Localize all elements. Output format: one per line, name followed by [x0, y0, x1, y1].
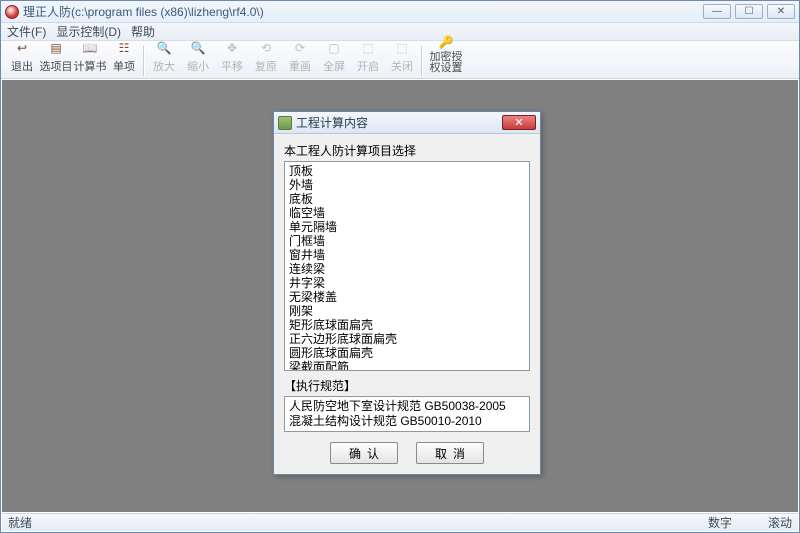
calc-content-dialog: 工程计算内容 ✕ 本工程人防计算项目选择 顶板外墙底板临空墙单元隔墙门框墙窗井墙…	[273, 111, 541, 475]
toolbar-separator	[143, 46, 145, 76]
spec-label: 【执行规范】	[284, 377, 530, 394]
reset-icon: ⟲	[257, 39, 275, 57]
list-item[interactable]: 梁截面配筋	[289, 360, 525, 371]
tb-fullscreen-label: 全屏	[323, 58, 345, 74]
app-window: 理正人防(c:\program files (x86)\lizheng\rf4.…	[0, 0, 800, 533]
tb-license-label: 加密授权设置	[425, 52, 467, 74]
toolbar: ↩退出 ▤选项目 📖计算书 ☷单项 🔍放大 🔍缩小 ✥平移 ⟲复原 ⟳重画 ▢全…	[1, 41, 799, 79]
list-item[interactable]: 临空墙	[289, 206, 525, 220]
statusbar: 就绪 数字 滚动	[2, 513, 798, 531]
zoom-in-icon: 🔍	[155, 39, 173, 57]
status-left: 就绪	[8, 514, 32, 531]
list-item[interactable]: 窗井墙	[289, 248, 525, 262]
dialog-buttons: 确认 取消	[284, 442, 530, 464]
dialog-body: 本工程人防计算项目选择 顶板外墙底板临空墙单元隔墙门框墙窗井墙连续梁井字梁无梁楼…	[274, 134, 540, 474]
list-item[interactable]: 井字梁	[289, 276, 525, 290]
ok-button[interactable]: 确认	[330, 442, 398, 464]
project-listbox[interactable]: 顶板外墙底板临空墙单元隔墙门框墙窗井墙连续梁井字梁无梁楼盖刚架矩形底球面扁壳正六…	[284, 161, 530, 371]
tb-move-label: 平移	[221, 58, 243, 74]
list-item[interactable]: 门框墙	[289, 234, 525, 248]
close-button[interactable]: ✕	[767, 4, 795, 19]
spec-listbox[interactable]: 人民防空地下室设计规范 GB50038-2005混凝土结构设计规范 GB5001…	[284, 396, 530, 432]
tb-redraw[interactable]: ⟳重画	[283, 37, 317, 76]
list-item[interactable]: 正六边形底球面扁壳	[289, 332, 525, 346]
status-scroll: 滚动	[768, 514, 792, 531]
open-icon: ⬚	[359, 39, 377, 57]
tb-open-label: 开启	[357, 58, 379, 74]
spec-item[interactable]: 人民防空地下室设计规范 GB50038-2005	[289, 399, 525, 414]
tb-zoom-in-label: 放大	[153, 58, 175, 74]
tb-open[interactable]: ⬚开启	[351, 37, 385, 76]
license-icon: 🔑	[437, 33, 455, 51]
exit-icon: ↩	[13, 39, 31, 57]
list-item[interactable]: 刚架	[289, 304, 525, 318]
tb-license[interactable]: 🔑加密授权设置	[425, 31, 467, 76]
redraw-icon: ⟳	[291, 39, 309, 57]
titlebar: 理正人防(c:\program files (x86)\lizheng\rf4.…	[1, 1, 799, 23]
tb-options-label: 选项目	[40, 58, 73, 74]
list-item[interactable]: 圆形底球面扁壳	[289, 346, 525, 360]
tb-reset-label: 复原	[255, 58, 277, 74]
dialog-close-button[interactable]: ✕	[502, 115, 536, 130]
dialog-titlebar: 工程计算内容 ✕	[274, 112, 540, 134]
close-tool-icon: ⬚	[393, 39, 411, 57]
single-icon: ☷	[115, 39, 133, 57]
window-buttons: — ☐ ✕	[703, 4, 795, 19]
window-title: 理正人防(c:\program files (x86)\lizheng\rf4.…	[23, 3, 703, 20]
list-item[interactable]: 连续梁	[289, 262, 525, 276]
tb-zoom-in[interactable]: 🔍放大	[147, 37, 181, 76]
tb-single-label: 单项	[113, 58, 135, 74]
move-icon: ✥	[223, 39, 241, 57]
toolbar-separator-2	[421, 46, 423, 76]
tb-single[interactable]: ☷单项	[107, 37, 141, 76]
cancel-button[interactable]: 取消	[416, 442, 484, 464]
minimize-button[interactable]: —	[703, 4, 731, 19]
tb-exit[interactable]: ↩退出	[5, 37, 39, 76]
options-icon: ▤	[47, 39, 65, 57]
tb-zoom-out[interactable]: 🔍缩小	[181, 37, 215, 76]
tb-zoom-out-label: 缩小	[187, 58, 209, 74]
tb-move[interactable]: ✥平移	[215, 37, 249, 76]
tb-fullscreen[interactable]: ▢全屏	[317, 37, 351, 76]
list-item[interactable]: 底板	[289, 192, 525, 206]
fullscreen-icon: ▢	[325, 39, 343, 57]
tb-reset[interactable]: ⟲复原	[249, 37, 283, 76]
maximize-button[interactable]: ☐	[735, 4, 763, 19]
list-item[interactable]: 单元隔墙	[289, 220, 525, 234]
tb-close[interactable]: ⬚关闭	[385, 37, 419, 76]
list-item[interactable]: 无梁楼盖	[289, 290, 525, 304]
dialog-icon	[278, 116, 292, 130]
status-num: 数字	[708, 514, 732, 531]
list-label: 本工程人防计算项目选择	[284, 142, 530, 159]
tb-options[interactable]: ▤选项目	[39, 37, 73, 76]
zoom-out-icon: 🔍	[189, 39, 207, 57]
calcbook-icon: 📖	[81, 39, 99, 57]
list-item[interactable]: 顶板	[289, 164, 525, 178]
tb-close-label: 关闭	[391, 58, 413, 74]
list-item[interactable]: 矩形底球面扁壳	[289, 318, 525, 332]
dialog-title: 工程计算内容	[296, 114, 502, 131]
tb-redraw-label: 重画	[289, 58, 311, 74]
tb-exit-label: 退出	[11, 58, 33, 74]
tb-calcbook-label: 计算书	[74, 58, 107, 74]
list-item[interactable]: 外墙	[289, 178, 525, 192]
spec-item[interactable]: 混凝土结构设计规范 GB50010-2010	[289, 414, 525, 429]
tb-calcbook[interactable]: 📖计算书	[73, 37, 107, 76]
app-icon	[5, 5, 19, 19]
